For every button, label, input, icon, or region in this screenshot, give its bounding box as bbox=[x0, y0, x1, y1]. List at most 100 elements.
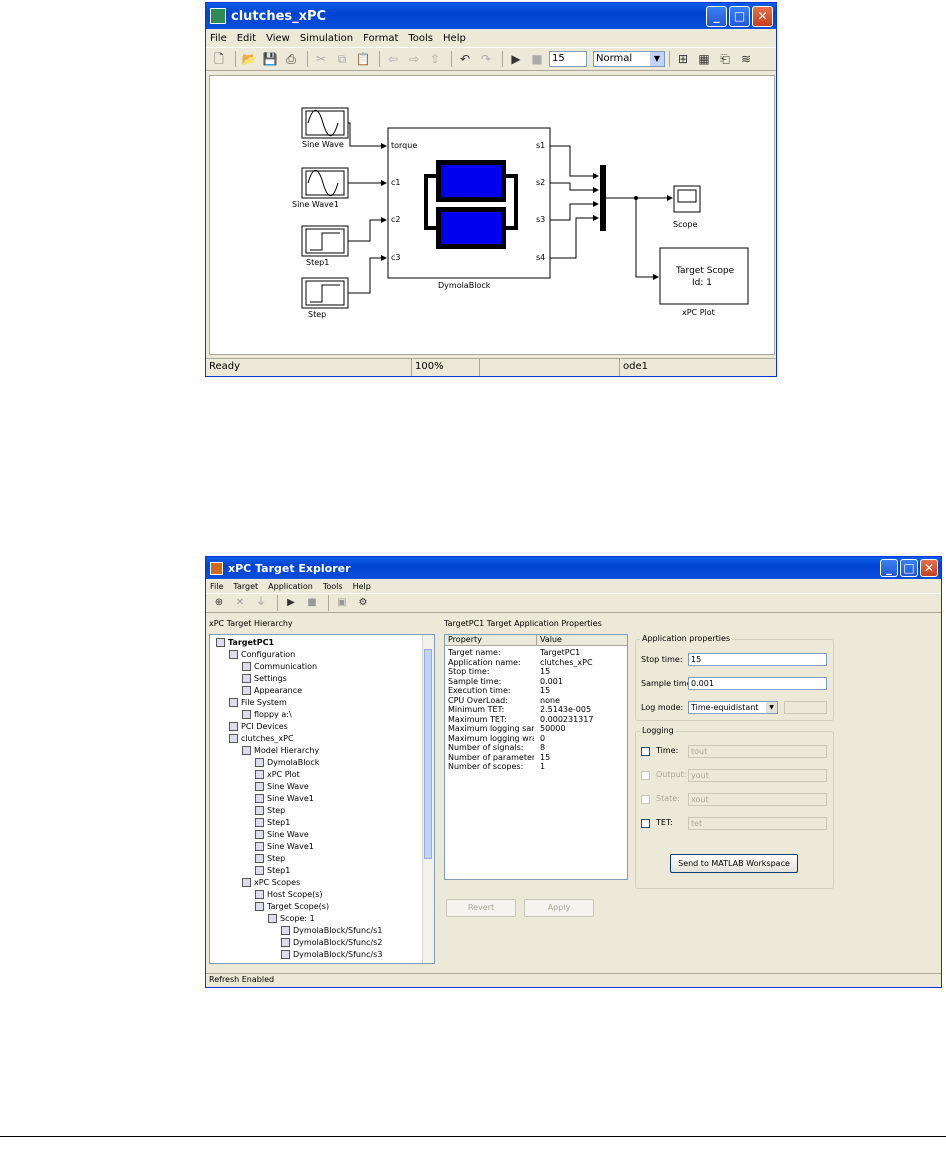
sine-wave1-block[interactable] bbox=[301, 167, 349, 199]
save-icon[interactable]: 💾 bbox=[261, 51, 279, 67]
minimize-button[interactable]: _ bbox=[706, 5, 727, 27]
xmenu-application[interactable]: Application bbox=[268, 582, 313, 591]
menu-help[interactable]: Help bbox=[443, 33, 466, 44]
print-icon[interactable]: ⎙ bbox=[282, 51, 300, 67]
tree-node[interactable]: Settings bbox=[242, 673, 287, 685]
tree-node[interactable]: xPC Plot bbox=[255, 769, 300, 781]
explorer-minimize-button[interactable]: _ bbox=[880, 559, 898, 577]
dymola-block[interactable] bbox=[387, 127, 551, 279]
tree-node[interactable]: Step1 bbox=[255, 817, 290, 829]
start-app-icon[interactable]: ▶ bbox=[282, 595, 300, 611]
menu-format[interactable]: Format bbox=[363, 33, 398, 44]
hierarchy-tree[interactable]: TargetPC1 Configuration Communication Setti… bbox=[209, 634, 435, 964]
stop-icon[interactable]: ■ bbox=[528, 51, 546, 67]
sample-time-field[interactable]: 0.001 bbox=[688, 677, 827, 690]
library-icon[interactable]: ▦ bbox=[695, 51, 713, 67]
tree-node[interactable]: Scope: 1 bbox=[268, 913, 315, 925]
logging-checkbox[interactable] bbox=[641, 747, 650, 756]
connect-icon[interactable]: ⏚ bbox=[252, 595, 270, 611]
tree-node[interactable]: Host Scope(s) bbox=[255, 889, 323, 901]
xmenu-target[interactable]: Target bbox=[233, 582, 258, 591]
menu-file[interactable]: File bbox=[210, 33, 227, 44]
new-icon[interactable]: 🗋 bbox=[210, 51, 228, 67]
tree-node[interactable]: Step1 bbox=[255, 865, 290, 877]
open-icon[interactable]: 📂 bbox=[240, 51, 258, 67]
sine-wave-block[interactable] bbox=[301, 107, 349, 139]
tree-node[interactable]: Communication bbox=[242, 661, 317, 673]
tree-node[interactable]: DymolaBlock/Sfunc/s3 bbox=[281, 949, 382, 961]
step-block[interactable] bbox=[301, 277, 349, 309]
up-icon[interactable]: ⇧ bbox=[426, 51, 444, 67]
tree-node[interactable]: Configuration bbox=[229, 649, 295, 661]
xmenu-help[interactable]: Help bbox=[353, 582, 371, 591]
play-icon[interactable]: ▶ bbox=[507, 51, 525, 67]
logging-field[interactable]: tout bbox=[688, 745, 827, 758]
logging-field[interactable]: xout bbox=[688, 793, 827, 806]
stop-app-icon[interactable]: ■ bbox=[303, 595, 321, 611]
logging-checkbox[interactable] bbox=[641, 771, 650, 780]
apply-button[interactable]: Apply bbox=[524, 899, 594, 917]
refresh-icon[interactable]: ▣ bbox=[333, 595, 351, 611]
tree-node[interactable]: Model Hierarchy bbox=[242, 745, 319, 757]
tree-node[interactable]: TargetPC1 bbox=[216, 637, 274, 649]
redo-icon[interactable]: ↷ bbox=[477, 51, 495, 67]
xpc-plot-block[interactable] bbox=[659, 247, 749, 305]
tree-node[interactable]: Step bbox=[255, 853, 285, 865]
tree-scrollbar[interactable] bbox=[422, 635, 434, 963]
tree-node[interactable]: DymolaBlock/Sfunc/s2 bbox=[281, 937, 382, 949]
logging-checkbox[interactable] bbox=[641, 819, 650, 828]
logging-field[interactable]: yout bbox=[688, 769, 827, 782]
model-canvas[interactable]: Sine Wave Sine Wave1 Step1 Step DymolaBl… bbox=[209, 75, 775, 355]
tree-node[interactable]: DymolaBlock/Sfunc/s1 bbox=[281, 925, 382, 937]
back-icon[interactable]: ⇦ bbox=[384, 51, 402, 67]
menu-simulation[interactable]: Simulation bbox=[300, 33, 353, 44]
explorer-titlebar[interactable]: xPC Target Explorer _ □ ✕ bbox=[206, 557, 941, 579]
add-target-icon[interactable]: ⊕ bbox=[210, 595, 228, 611]
delete-icon[interactable]: ✕ bbox=[231, 595, 249, 611]
step1-block[interactable] bbox=[301, 225, 349, 257]
cut-icon[interactable]: ✂ bbox=[312, 51, 330, 67]
log-mode-chevron-down-icon[interactable]: ▼ bbox=[766, 702, 777, 713]
tree-node[interactable]: Sine Wave1 bbox=[255, 841, 314, 853]
close-button[interactable]: ✕ bbox=[752, 5, 773, 27]
forward-icon[interactable]: ⇨ bbox=[405, 51, 423, 67]
settings-icon[interactable]: ⚙ bbox=[354, 595, 372, 611]
menu-tools[interactable]: Tools bbox=[408, 33, 433, 44]
mux-block[interactable] bbox=[600, 165, 606, 231]
simulink-titlebar[interactable]: clutches_xPC _ □ ✕ bbox=[206, 3, 776, 29]
undo-icon[interactable]: ↶ bbox=[456, 51, 474, 67]
tree-node[interactable]: xPC Scopes bbox=[242, 877, 300, 889]
logging-field[interactable]: tet bbox=[688, 817, 827, 830]
xmenu-file[interactable]: File bbox=[210, 582, 223, 591]
tree-node[interactable]: Sine Wave bbox=[255, 781, 309, 793]
tree-node[interactable]: Sine Wave bbox=[255, 829, 309, 841]
menu-view[interactable]: View bbox=[266, 33, 290, 44]
tree-node[interactable]: PCI Devices bbox=[229, 721, 288, 733]
menu-edit[interactable]: Edit bbox=[237, 33, 256, 44]
paste-icon[interactable]: 📋 bbox=[354, 51, 372, 67]
chevron-down-icon[interactable]: ▼ bbox=[650, 52, 664, 66]
tree-node[interactable]: File System bbox=[229, 697, 287, 709]
log-mode-select[interactable]: Time-equidistant ▼ bbox=[688, 701, 778, 714]
model-explorer-icon[interactable]: ⎗ bbox=[716, 51, 734, 67]
tree-node[interactable]: Appearance bbox=[242, 685, 302, 697]
tree-node[interactable]: Target Scope(s) bbox=[255, 901, 329, 913]
explorer-maximize-button[interactable]: □ bbox=[900, 559, 918, 577]
tree-node[interactable]: clutches_xPC bbox=[229, 733, 294, 745]
logging-checkbox[interactable] bbox=[641, 795, 650, 804]
xmenu-tools[interactable]: Tools bbox=[323, 582, 343, 591]
tree-scroll-thumb[interactable] bbox=[424, 649, 432, 859]
copy-icon[interactable]: ⧉ bbox=[333, 51, 351, 67]
stop-time-field[interactable]: 15 bbox=[688, 653, 827, 666]
maximize-button[interactable]: □ bbox=[729, 5, 750, 27]
revert-button[interactable]: Revert bbox=[446, 899, 516, 917]
sim-mode-select[interactable]: Normal ▼ bbox=[593, 51, 665, 67]
explorer-close-button[interactable]: ✕ bbox=[920, 559, 938, 577]
scope-block[interactable] bbox=[673, 185, 701, 213]
tree-node[interactable]: Step bbox=[255, 805, 285, 817]
build-icon[interactable]: ⊞ bbox=[674, 51, 692, 67]
tree-node[interactable]: floppy a:\ bbox=[242, 709, 292, 721]
tree-node[interactable]: DymolaBlock bbox=[255, 757, 319, 769]
debug-icon[interactable]: ≋ bbox=[737, 51, 755, 67]
tree-node[interactable]: Sine Wave1 bbox=[255, 793, 314, 805]
